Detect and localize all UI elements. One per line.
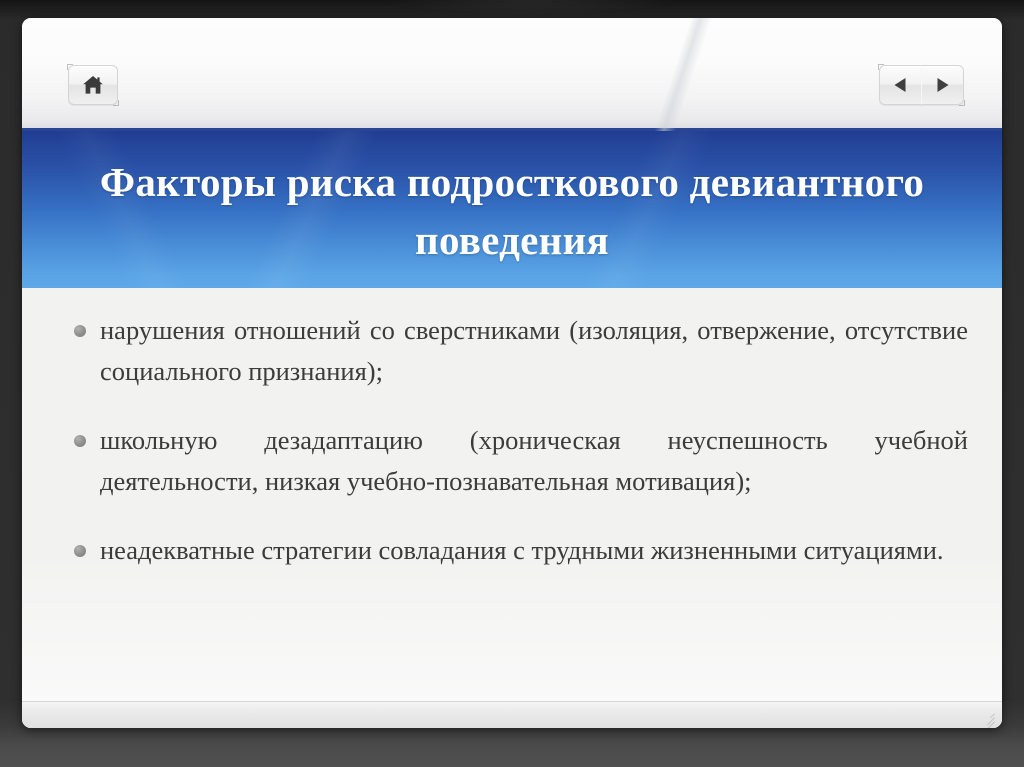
toolbar-sheen bbox=[582, 18, 782, 131]
list-item: неадекватные стратегии совладания с труд… bbox=[56, 530, 968, 571]
viewer-toolbar bbox=[22, 18, 1002, 131]
list-item-text: нарушения отношений со сверстниками (изо… bbox=[100, 315, 968, 387]
list-item: нарушения отношений со сверстниками (изо… bbox=[56, 310, 968, 392]
list-item-text: неадекватные стратегии совладания с труд… bbox=[100, 535, 944, 566]
slide-viewer-window: Факторы риска подросткового девиантного … bbox=[22, 18, 1002, 728]
list-item-text: школьную дезадаптацию (хроническая неусп… bbox=[100, 425, 968, 497]
bullet-list: нарушения отношений со сверстниками (изо… bbox=[56, 310, 968, 571]
triangle-left-icon bbox=[893, 77, 908, 93]
slide-viewer-root: Факторы риска подросткового девиантного … bbox=[0, 0, 1024, 767]
bullet-point-icon bbox=[74, 325, 86, 337]
slide-body: нарушения отношений со сверстниками (изо… bbox=[22, 288, 1002, 728]
slide-content: Факторы риска подросткового девиантного … bbox=[22, 131, 1002, 728]
next-slide-button[interactable] bbox=[921, 65, 965, 106]
bullet-point-icon bbox=[74, 435, 86, 448]
bullet-point-icon bbox=[74, 545, 86, 558]
triangle-right-icon bbox=[935, 77, 950, 93]
previous-slide-button[interactable] bbox=[878, 64, 922, 105]
slide-title-banner: Факторы риска подросткового девиантного … bbox=[22, 131, 1002, 288]
home-icon bbox=[82, 75, 104, 95]
home-button[interactable] bbox=[67, 64, 119, 106]
slide-navigation-group bbox=[878, 64, 965, 106]
bottom-bar bbox=[22, 701, 1002, 728]
resize-grip-icon[interactable] bbox=[979, 708, 995, 728]
list-item: школьную дезадаптацию (хроническая неусп… bbox=[56, 420, 968, 502]
slide-title: Факторы риска подросткового девиантного … bbox=[99, 159, 925, 264]
